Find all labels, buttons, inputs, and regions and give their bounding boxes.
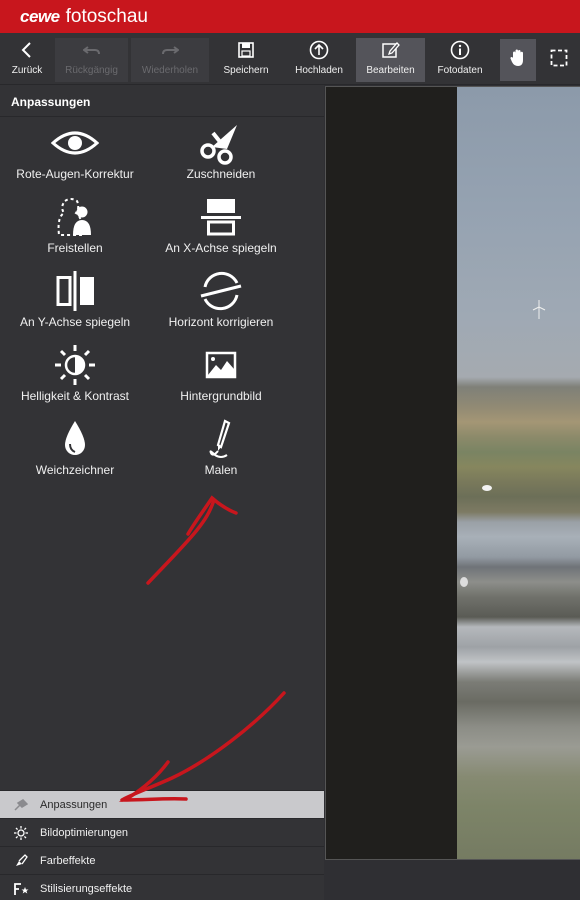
annotation-arrows: [118, 495, 286, 802]
app-window: cewe fotoschau Zurück Rückgängig Wiederh…: [0, 0, 580, 900]
